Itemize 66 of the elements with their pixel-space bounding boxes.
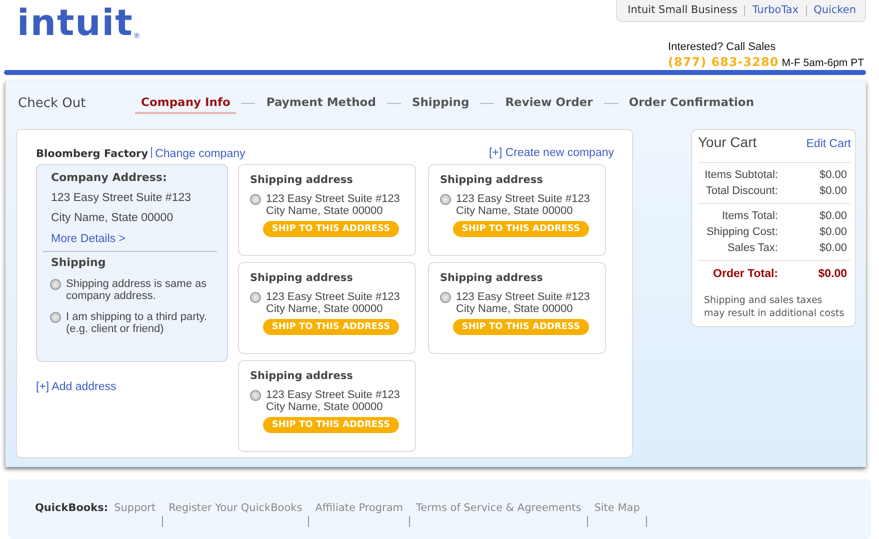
card-heading: Shipping address xyxy=(250,370,354,382)
order-total-value: $0.00 xyxy=(818,268,847,280)
cart-label: Sales Tax: xyxy=(726,242,778,254)
radio-button[interactable] xyxy=(250,292,261,303)
cart-label: Items Total: xyxy=(720,210,778,222)
sales-hours: M-F 5am-6pm PT xyxy=(782,57,864,69)
radio-button[interactable] xyxy=(50,312,61,323)
cart-label: Shipping Cost: xyxy=(705,226,778,238)
cart-value: $0.00 xyxy=(819,242,847,254)
cart-label: Items Subtotal: xyxy=(704,169,778,181)
address-line: City Name, State 00000 xyxy=(456,205,574,217)
site-link[interactable]: Intuit Small Business xyxy=(628,4,738,16)
site-link[interactable]: Quicken xyxy=(814,4,856,16)
radio-button[interactable] xyxy=(440,292,451,303)
address-line: City Name, State 00000 xyxy=(266,303,384,315)
address-line: City Name, State 00000 xyxy=(456,303,574,315)
radio-button[interactable] xyxy=(250,390,261,401)
change-company-link[interactable]: Change company xyxy=(155,148,246,160)
address-line: 123 Easy Street Suite #123 xyxy=(456,193,590,205)
create-company-link[interactable]: [+] Create new company xyxy=(489,147,614,160)
tax-note: Shipping and sales taxes may result in additional costs xyxy=(704,294,845,320)
footer-link[interactable]: Support xyxy=(114,502,156,514)
card-heading: Shipping address xyxy=(440,174,544,186)
radio-button[interactable] xyxy=(250,194,261,205)
footer-link[interactable]: Terms of Service & Agreements xyxy=(416,502,582,514)
footer-link[interactable]: Register Your QuickBooks xyxy=(168,502,302,514)
address-line: City Name, State 00000 xyxy=(266,401,384,413)
cart-value: $0.00 xyxy=(819,185,847,197)
address-line: 123 Easy Street Suite #123 xyxy=(266,389,400,401)
more-details-link[interactable]: More Details > xyxy=(51,233,126,245)
option-label: I am shipping to a third party. (e.g. client or friend) xyxy=(66,311,208,335)
radio-button[interactable] xyxy=(50,279,61,290)
radio-button[interactable] xyxy=(440,194,451,205)
address-line: 123 Easy Street Suite #123 xyxy=(266,291,400,303)
company-name: Bloomberg Factory xyxy=(36,148,148,160)
edit-cart-link[interactable]: Edit Cart xyxy=(806,138,851,150)
option-label: Shipping address is same as company address. xyxy=(66,278,208,302)
address-line: City Name, State 00000 xyxy=(266,205,384,217)
company-address-heading: Company Address: xyxy=(51,171,168,184)
card-heading: Shipping address xyxy=(250,272,354,284)
cart-label: Total Discount: xyxy=(704,185,778,197)
step-tab[interactable]: Payment Method xyxy=(260,92,382,114)
footer-brand: QuickBooks: xyxy=(35,502,108,514)
footer-link[interactable]: Site Map xyxy=(594,502,640,514)
add-address-link[interactable]: [+] Add address xyxy=(36,381,228,393)
site-link[interactable]: TurboTax xyxy=(752,4,799,16)
sales-text: Interested? Call Sales xyxy=(668,41,777,53)
cart-value: $0.00 xyxy=(819,226,847,238)
card-heading: Shipping address xyxy=(440,272,544,284)
cart-title: Your Cart xyxy=(698,134,757,150)
step-tab[interactable]: Review Order xyxy=(499,92,599,114)
cart-value: $0.00 xyxy=(819,169,847,181)
address-line: 123 Easy Street Suite #123 xyxy=(51,192,192,204)
card-heading: Shipping address xyxy=(250,174,354,186)
step-tab[interactable]: Order Confirmation xyxy=(622,92,760,114)
address-line: 123 Easy Street Suite #123 xyxy=(456,291,590,303)
address-line: 123 Easy Street Suite #123 xyxy=(266,193,400,205)
shipping-heading: Shipping xyxy=(51,256,107,269)
step-tab[interactable]: Company Info xyxy=(135,92,236,114)
order-total-label: Order Total: xyxy=(712,268,778,280)
address-line: City Name, State 00000 xyxy=(51,212,174,224)
step-tab[interactable]: Shipping xyxy=(406,92,476,114)
footer-link[interactable]: Affiliate Program xyxy=(315,502,404,514)
phone-number: (877) 683-3280 xyxy=(668,55,779,69)
checkout-title: Check Out xyxy=(17,96,87,110)
cart-value: $0.00 xyxy=(819,210,847,222)
